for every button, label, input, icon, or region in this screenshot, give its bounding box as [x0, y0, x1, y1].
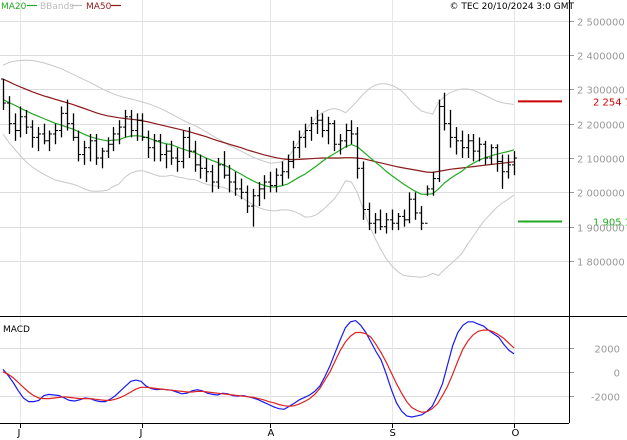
price-tick-label: 1 900000 — [577, 224, 625, 235]
macd-tick-label: 2000 — [595, 345, 620, 356]
price-tick-label: 2 200000 — [577, 121, 625, 132]
macd-tick-label: 0 — [614, 369, 620, 380]
legend-ma50-label: MA50 — [86, 2, 112, 12]
chart-background — [0, 0, 627, 440]
legend-bbands-label: BBands — [40, 2, 74, 12]
price-tick-label: 2 300000 — [577, 86, 625, 97]
legend-ma20-label: MA20 — [1, 2, 27, 12]
macd-tick-label: -2000 — [591, 393, 620, 404]
macd-title: MACD — [3, 325, 30, 335]
price-tick-label: 2 500000 — [577, 18, 625, 29]
price-tick-label: 2 000000 — [577, 189, 625, 200]
price-tick-label: 2 400000 — [577, 52, 625, 63]
level-label: 2 254 7 — [593, 97, 627, 108]
copyright-label: © TEC 20/10/2024 3:0 GMT — [449, 2, 574, 12]
price-tick-label: 2 100000 — [577, 155, 625, 166]
month-tick-label: O — [512, 428, 520, 439]
month-tick-label: A — [268, 428, 275, 439]
price-tick-label: 1 800000 — [577, 258, 625, 269]
month-tick-label: J — [139, 428, 143, 439]
month-tick-label: S — [390, 428, 396, 439]
month-tick-label: J — [17, 428, 21, 439]
stock-chart: 2 254 71 905 16 2 5000002 4000002 300000… — [0, 0, 627, 440]
